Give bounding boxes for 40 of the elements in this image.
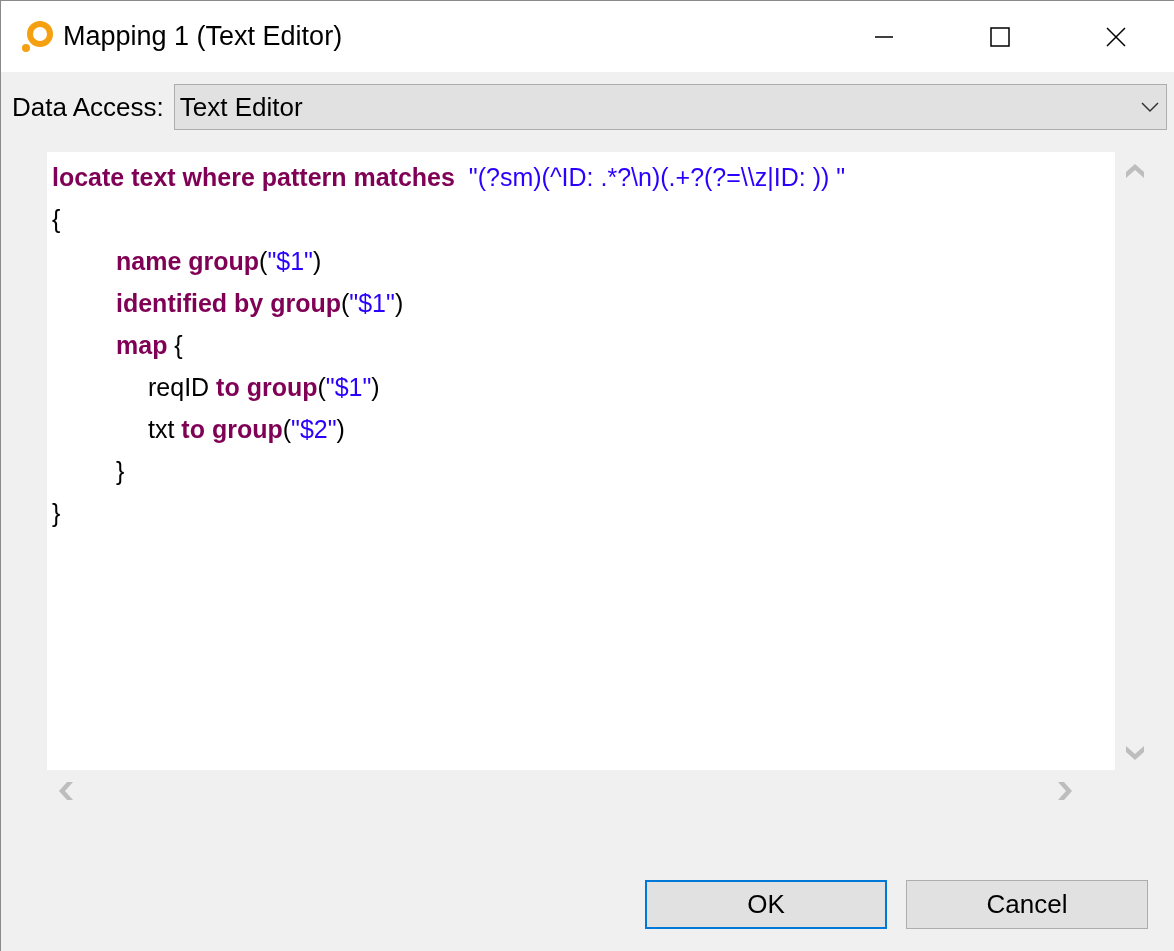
code-text: txt — [148, 415, 176, 443]
code-keyword: identified by group — [116, 289, 341, 317]
code-text: ) — [312, 247, 322, 275]
scroll-right-icon[interactable] — [1058, 782, 1072, 800]
code-keyword: map — [116, 331, 168, 359]
code-string: "$2" — [291, 415, 337, 443]
code-text: ( — [282, 415, 292, 443]
close-icon — [1106, 26, 1126, 47]
code-text: } — [116, 457, 125, 485]
code-text: { — [52, 205, 61, 233]
code-keyword: name group — [116, 247, 260, 275]
code-text: ( — [341, 289, 350, 317]
code-string: "$1" — [267, 247, 313, 275]
data-access-dropdown[interactable]: Text Editor — [173, 84, 1167, 130]
code-keyword: locate text where pattern matches — [52, 163, 455, 191]
chevron-down-icon — [1140, 101, 1160, 113]
code-keyword: to group — [181, 415, 283, 443]
code-text: ( — [317, 373, 326, 401]
code-string: "(?sm)(^ID: .*?\n)(.+?(?=\\z|ID: )) " — [467, 163, 846, 191]
code-text: } — [52, 499, 61, 527]
code-text: { — [173, 331, 183, 359]
app-logo-icon — [19, 18, 55, 55]
code-text: ) — [394, 289, 404, 317]
code-text: ( — [259, 247, 268, 275]
scroll-up-icon[interactable] — [1126, 164, 1144, 178]
code-text: ) — [371, 373, 380, 401]
maximize-icon — [990, 26, 1010, 47]
code-keyword: to group — [216, 373, 318, 401]
code-string: "$1" — [349, 289, 395, 317]
data-access-label: Data Access: — [12, 91, 164, 123]
code-text: ) — [336, 415, 345, 443]
minimize-icon — [874, 35, 894, 38]
code-editor[interactable]: locate text where pattern matches "(?sm)(^ID: .*?\n)(.+?(?=\\z|ID: )) " { name group("$1") identified by group("$1") map { reqID to group("$1") txt to group("$2") } } — [47, 152, 1115, 770]
dialog-button[interactable]: Cancel — [906, 880, 1148, 929]
code-text: reqID — [148, 373, 211, 401]
scroll-down-icon[interactable] — [1126, 746, 1144, 760]
window-title: Mapping 1 (Text Editor) — [63, 21, 344, 52]
dialog-button[interactable]: OK — [645, 880, 887, 929]
scroll-left-icon[interactable] — [59, 782, 73, 800]
code-string: "$1" — [325, 373, 372, 401]
